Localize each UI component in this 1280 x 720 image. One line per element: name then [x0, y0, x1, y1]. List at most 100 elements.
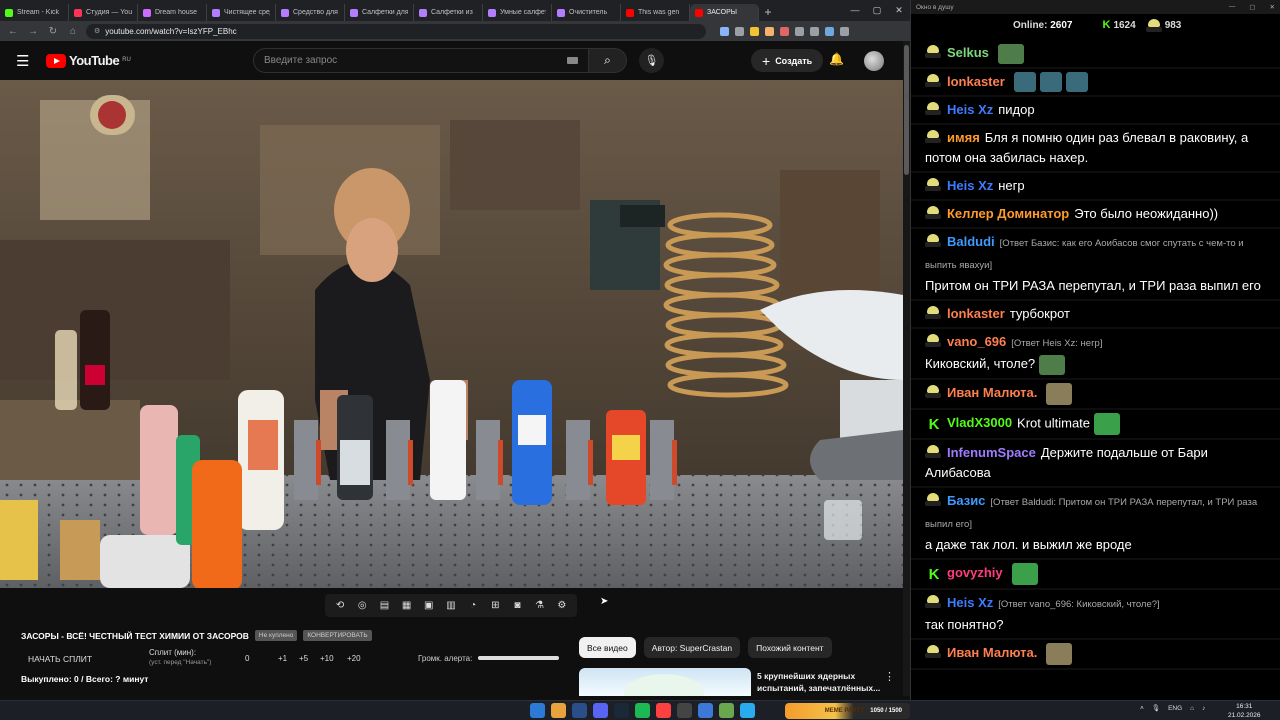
chat-username[interactable]: VladX3000 — [947, 415, 1012, 430]
clock[interactable]: 16:31 21.02.2026 — [1228, 702, 1261, 720]
chat-username[interactable]: lonkaster — [947, 74, 1005, 89]
search-button[interactable]: ⌕ — [589, 48, 627, 73]
recommended-title[interactable]: 5 крупнейших ядерных испытаний, запечатл… — [757, 670, 882, 694]
frame-icon[interactable]: ▣ — [421, 600, 437, 611]
clip-icon[interactable]: ▦ — [399, 600, 415, 611]
home-icon[interactable]: ⌂ — [66, 26, 80, 37]
app-icon[interactable] — [677, 703, 692, 718]
subtitles-icon[interactable]: ▥ — [443, 600, 459, 611]
app-icon[interactable] — [698, 703, 713, 718]
extension-icon[interactable] — [765, 26, 774, 36]
microphone-icon[interactable]: 🎙 — [1152, 704, 1160, 712]
extension-icon[interactable] — [780, 26, 789, 36]
chip-author[interactable]: Автор: SuperCrastan — [643, 637, 741, 658]
bookmark-icon[interactable] — [750, 26, 759, 36]
address-bar[interactable]: ⚙ youtube.com/watch?v=IszYFP_EBhc — [86, 23, 706, 39]
chat-username[interactable]: Базис — [947, 493, 985, 508]
volume-icon[interactable]: ♪ — [1202, 705, 1205, 712]
steam-icon[interactable] — [614, 703, 629, 718]
menu-icon[interactable] — [840, 26, 849, 36]
chat-username[interactable]: Иван Малюта. — [947, 385, 1037, 400]
chat-username[interactable]: govyzhiy — [947, 565, 1003, 580]
lab-icon[interactable]: ⚗ — [532, 600, 548, 611]
split-add-20[interactable]: +20 — [347, 654, 361, 663]
start-split-button[interactable]: НАЧАТЬ СПЛИТ — [28, 654, 92, 664]
split-add-5[interactable]: +5 — [299, 654, 308, 663]
split-value-0[interactable]: 0 — [245, 654, 249, 663]
new-tab-button[interactable]: + — [759, 5, 777, 19]
chat-username[interactable]: Келлер Доминатор — [947, 206, 1069, 221]
notifications-bell-icon[interactable]: 🔔 — [829, 52, 844, 66]
youtube-logo[interactable]: YouTube RU — [46, 53, 131, 68]
downloads-icon[interactable] — [810, 26, 819, 36]
minimize-icon[interactable]: — — [844, 0, 866, 21]
reload-icon[interactable]: ↻ — [46, 26, 60, 37]
chat-username[interactable]: Baldudi — [947, 234, 995, 249]
chat-username[interactable]: lonkaster — [947, 306, 1005, 321]
zoom-icon[interactable] — [720, 26, 729, 36]
search-input[interactable]: Введите запрос — [253, 48, 589, 73]
scrollbar-thumb[interactable] — [904, 45, 909, 175]
spotify-icon[interactable] — [635, 703, 650, 718]
browser-tab[interactable]: Студия — YouTube — [69, 4, 138, 21]
maximize-icon[interactable]: ▢ — [866, 0, 888, 21]
chat-username[interactable]: Heis Xz — [947, 595, 993, 610]
create-button[interactable]: + Создать — [751, 49, 824, 72]
chat-username[interactable]: Selkus — [947, 45, 989, 60]
voice-search-button[interactable]: 🎙 — [639, 48, 664, 73]
chevron-up-icon[interactable]: ˄ — [1140, 705, 1144, 712]
avatar[interactable] — [864, 51, 884, 71]
file-explorer-icon[interactable] — [572, 703, 587, 718]
browser-tab[interactable]: Stream - Kick — [0, 4, 69, 21]
share-icon[interactable] — [735, 26, 744, 36]
browser-tab[interactable]: Чистящее средство — [207, 4, 276, 21]
windows-start-icon[interactable] — [530, 703, 545, 718]
chat-username[interactable]: Heis Xz — [947, 102, 993, 117]
language-indicator[interactable]: ENG — [1168, 705, 1182, 712]
chat-username[interactable]: имяя — [947, 130, 980, 145]
profile-icon[interactable] — [825, 26, 834, 36]
convert-button[interactable]: КОНВЕРТИРОВАТЬ — [303, 630, 372, 641]
close-icon[interactable]: ✕ — [888, 0, 910, 21]
game-progress-widget[interactable]: MEME PARTY 1050 / 1500 — [785, 703, 910, 719]
minimize-icon[interactable]: — — [1229, 3, 1236, 11]
playlist-icon[interactable]: ▤ — [376, 600, 392, 611]
split-add-1[interactable]: +1 — [278, 654, 287, 663]
chrome-icon[interactable] — [551, 703, 566, 718]
screenshot-icon[interactable]: ◙ — [509, 600, 525, 611]
browser-tab[interactable]: Салфетки для — [345, 4, 414, 21]
obs-icon[interactable] — [656, 703, 671, 718]
chip-similar[interactable]: Похожий контент — [748, 637, 832, 658]
page-scrollbar[interactable] — [903, 41, 910, 696]
loop-icon[interactable]: ⟲ — [332, 600, 348, 611]
browser-tab[interactable]: ЗАСОРЫ — [690, 4, 759, 21]
back-icon[interactable]: ← — [6, 26, 20, 37]
more-options-icon[interactable]: ⋮ — [884, 670, 895, 683]
browser-tab[interactable]: Dream house — [138, 4, 207, 21]
maximize-icon[interactable]: ▢ — [1249, 3, 1255, 11]
chat-username[interactable]: Heis Xz — [947, 178, 993, 193]
close-icon[interactable]: ✕ — [1270, 3, 1275, 11]
browser-tab[interactable]: Очиститель — [552, 4, 621, 21]
chat-username[interactable]: Иван Малюта. — [947, 645, 1037, 660]
keyboard-icon[interactable] — [567, 57, 578, 64]
speed-icon[interactable]: ◔ — [465, 600, 481, 611]
browser-tab[interactable]: This was gen — [621, 4, 690, 21]
browser-tab[interactable]: Умные салфетки — [483, 4, 552, 21]
chip-all-videos[interactable]: Все видео — [579, 637, 636, 658]
chat-username[interactable]: vano_696 — [947, 334, 1006, 349]
audio-icon[interactable]: ◎ — [354, 600, 370, 611]
add-icon[interactable]: ⊞ — [487, 600, 503, 611]
discord-icon[interactable] — [593, 703, 608, 718]
recommended-thumbnail[interactable] — [579, 668, 751, 696]
video-player[interactable] — [0, 80, 903, 588]
alert-volume-slider[interactable] — [478, 656, 559, 660]
telegram-icon[interactable] — [740, 703, 755, 718]
browser-tab[interactable]: Средство для — [276, 4, 345, 21]
hamburger-menu-icon[interactable]: ☰ — [16, 52, 32, 70]
extensions-icon[interactable] — [795, 26, 804, 36]
app-icon[interactable] — [719, 703, 734, 718]
forward-icon[interactable]: → — [26, 26, 40, 37]
chat-username[interactable]: InfenumSpace — [947, 445, 1036, 460]
site-info-icon[interactable]: ⚙ — [94, 27, 100, 35]
